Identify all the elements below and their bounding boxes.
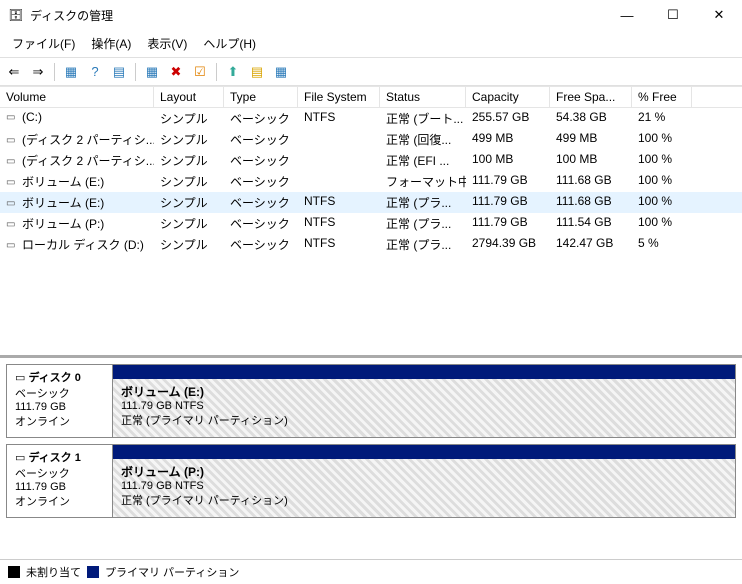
col-status[interactable]: Status [380,87,466,107]
menubar: ファイル(F) 操作(A) 表示(V) ヘルプ(H) [0,30,742,58]
titlebar: 🗄 ディスクの管理 — ☐ ✕ [0,0,742,30]
drive-icon: ▭ [6,135,20,147]
legend-primary-swatch [87,566,99,578]
drive-icon: ▭ [6,219,20,231]
app-icon: 🗄 [8,7,24,23]
view2-icon[interactable]: ▤ [109,62,129,82]
drive-icon: ▭ [6,112,20,124]
drive-icon: ▭ [6,156,20,168]
graphical-view: ▭ ディスク 0ベーシック111.79 GBオンラインボリューム (E:)111… [0,358,742,559]
col-volume[interactable]: Volume [0,87,154,107]
volume-list[interactable]: Volume Layout Type File System Status Ca… [0,86,742,358]
legend: 未割り当て プライマリ パーティション [0,559,742,584]
refresh-icon[interactable]: ▦ [142,62,162,82]
check-icon[interactable]: ☑ [190,62,210,82]
window-title: ディスクの管理 [30,7,604,24]
menu-action[interactable]: 操作(A) [83,32,139,55]
disk-label: ▭ ディスク 1ベーシック111.79 GBオンライン [7,444,113,518]
partition[interactable]: ボリューム (P:)111.79 GB NTFS正常 (プライマリ パーティショ… [113,444,736,518]
up-icon[interactable]: ⬆ [223,62,243,82]
disk-label: ▭ ディスク 0ベーシック111.79 GBオンライン [7,364,113,438]
volume-row[interactable]: ▭ボリューム (P:)シンプルベーシックNTFS正常 (プラ...111.79 … [0,213,742,234]
volume-row[interactable]: ▭ボリューム (E:)シンプルベーシックNTFS正常 (プラ...111.79 … [0,192,742,213]
column-headers[interactable]: Volume Layout Type File System Status Ca… [0,86,742,108]
legend-unallocated-label: 未割り当て [26,564,81,580]
disk-icon: ▭ ディスク 1 [15,449,104,465]
disk-icon: ▭ ディスク 0 [15,369,104,385]
menu-help[interactable]: ヘルプ(H) [195,32,264,55]
volume-row[interactable]: ▭(C:)シンプルベーシックNTFS正常 (ブート...255.57 GB54.… [0,108,742,129]
back-icon[interactable]: ⇐ [4,62,24,82]
minimize-button[interactable]: — [604,0,650,30]
partition[interactable]: ボリューム (E:)111.79 GB NTFS正常 (プライマリ パーティショ… [113,364,736,438]
help-icon[interactable]: ? [85,62,105,82]
views-icon[interactable]: ▦ [61,62,81,82]
forward-icon[interactable]: ⇒ [28,62,48,82]
drive-icon: ▭ [6,198,20,210]
volume-row[interactable]: ▭ローカル ディスク (D:)シンプルベーシックNTFS正常 (プラ...279… [0,234,742,255]
legend-primary-label: プライマリ パーティション [105,564,239,580]
menu-view[interactable]: 表示(V) [139,32,195,55]
drive-icon: ▭ [6,240,20,252]
legend-unallocated-swatch [8,566,20,578]
col-type[interactable]: Type [224,87,298,107]
menu-file[interactable]: ファイル(F) [4,32,83,55]
delete-icon[interactable]: ✖ [166,62,186,82]
maximize-button[interactable]: ☐ [650,0,696,30]
col-free[interactable]: Free Spa... [550,87,632,107]
volume-row[interactable]: ▭(ディスク 2 パーティシ...シンプルベーシック正常 (回復...499 M… [0,129,742,150]
disk-row[interactable]: ▭ ディスク 1ベーシック111.79 GBオンラインボリューム (P:)111… [6,444,736,518]
props-icon[interactable]: ▤ [247,62,267,82]
list-icon[interactable]: ▦ [271,62,291,82]
toolbar: ⇐ ⇒ ▦ ? ▤ ▦ ✖ ☑ ⬆ ▤ ▦ [0,58,742,86]
disk-row[interactable]: ▭ ディスク 0ベーシック111.79 GBオンラインボリューム (E:)111… [6,364,736,438]
col-layout[interactable]: Layout [154,87,224,107]
volume-row[interactable]: ▭ボリューム (E:)シンプルベーシックフォーマット中111.79 GB111.… [0,171,742,192]
drive-icon: ▭ [6,177,20,189]
col-capacity[interactable]: Capacity [466,87,550,107]
col-pct[interactable]: % Free [632,87,692,107]
col-fs[interactable]: File System [298,87,380,107]
close-button[interactable]: ✕ [696,0,742,30]
window-controls: — ☐ ✕ [604,0,742,30]
volume-row[interactable]: ▭(ディスク 2 パーティシ...シンプルベーシック正常 (EFI ...100… [0,150,742,171]
